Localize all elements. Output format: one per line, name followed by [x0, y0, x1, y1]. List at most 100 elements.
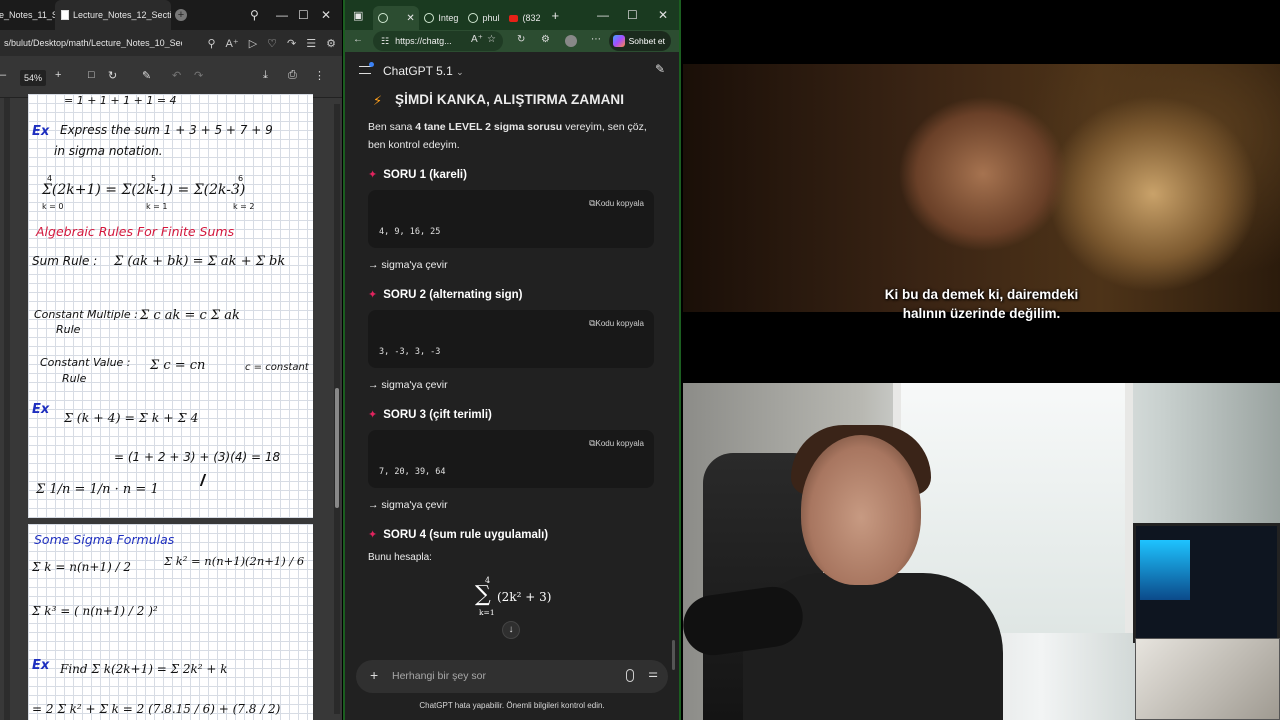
new-chat-icon[interactable]: ✎ [655, 62, 665, 76]
arrow-down-icon: ↓ [508, 624, 514, 635]
code-block-2: Kodu kopyala 3, -3, 3, -3 [368, 310, 654, 368]
person-head [801, 435, 921, 585]
pdf-tab-2[interactable]: Lecture_Notes_12_Section [55, 0, 171, 30]
zoom-out-icon[interactable]: – [0, 69, 6, 81]
copy-code-button[interactable]: Kodu kopyala [589, 438, 644, 449]
tab-actions-icon[interactable]: ▣ [353, 9, 363, 22]
sum-expression: (2k² + 3) [497, 590, 552, 604]
tab-chatgpt[interactable]: ✕ [373, 6, 420, 30]
microphone-icon[interactable] [626, 669, 634, 682]
model-selector[interactable]: ChatGPT 5.1 ⌄ [383, 64, 464, 78]
pdf-viewer-window: Lecture_Notes_11_Section Lecture_Notes_1… [0, 0, 342, 720]
minimize-icon[interactable]: — [276, 0, 288, 30]
copy-code-button[interactable]: Kodu kopyala [589, 318, 644, 329]
url-field[interactable]: ☷ https://chatg... [373, 31, 503, 51]
video-player[interactable]: Ki bu da demek ki, dairemdeki halının üz… [683, 0, 1280, 383]
search-icon[interactable]: ⚲ [250, 0, 259, 30]
print-icon[interactable]: ⎙ [288, 69, 297, 82]
copilot-chat-label: Sohbet et [628, 36, 665, 46]
copy-code-button[interactable]: Kodu kopyala [589, 198, 644, 209]
chat-messages[interactable]: ⚡ ŞİMDİ KANKA, ALIŞTIRMA ZAMANI Ben sana… [345, 90, 679, 642]
scroll-down-button[interactable]: ↓ [502, 621, 520, 639]
undo-icon[interactable]: ↶ [172, 69, 181, 82]
tab-label: (832 [522, 13, 541, 23]
chatgpt-browser-window: ▣ ✕ Integ phul (832 + — ☐ ✕ ← ☷ https://… [343, 0, 681, 720]
page-view-icon[interactable]: □ [88, 69, 95, 81]
profile-avatar[interactable] [565, 35, 577, 47]
question-title-text: SORU 1 (kareli) [383, 169, 467, 181]
question-4-text: Bunu hesapla: [368, 552, 432, 563]
pdf-page-2: Some Sigma Formulas Σ k = n(n+1) / 2 Σ k… [28, 524, 313, 720]
read-aloud-icon[interactable]: A⁺ [226, 37, 239, 50]
pdf-scrollbar-thumb[interactable] [335, 388, 339, 508]
sparkle-icon: ✦ [368, 169, 378, 181]
favorite-icon[interactable]: ☆ [487, 34, 496, 45]
handwritten-math: Σ c ak = c Σ ak [140, 308, 240, 323]
minimize-icon[interactable]: — [597, 0, 609, 30]
close-icon[interactable]: ✕ [321, 0, 331, 30]
handwritten-math: Find Σ k(2k+1) = Σ 2k² + k [60, 662, 228, 676]
zoom-in-icon[interactable]: + [55, 69, 61, 81]
extensions-icon[interactable]: ⚙ [541, 34, 550, 45]
close-icon[interactable]: ✕ [658, 0, 668, 30]
new-tab-icon[interactable]: + [551, 8, 559, 23]
handwritten-formula: Σ k³ = ( n(n+1) / 2 )² [32, 604, 158, 618]
extensions-icon[interactable]: ⚙ [326, 37, 336, 50]
code-block-3: Kodu kopyala 7, 20, 39, 64 [368, 430, 654, 488]
video-frame-image [683, 64, 1280, 312]
tab-close-icon[interactable]: ✕ [406, 13, 414, 24]
maximize-icon[interactable]: ☐ [298, 0, 309, 30]
handwritten-label: Rule [62, 372, 87, 385]
sigma-lower-limit: k = 2 [233, 202, 255, 211]
sigma-lower-limit: k = 0 [42, 202, 64, 211]
draw-icon[interactable]: ✎ [142, 69, 151, 82]
sidebar-toggle-icon[interactable] [359, 62, 374, 74]
favorite-icon[interactable]: ♡ [267, 37, 277, 50]
tab-phul[interactable]: phul [463, 6, 504, 30]
tab-youtube[interactable]: (832 [504, 6, 545, 30]
rotate-icon[interactable]: ↻ [108, 69, 117, 82]
share-icon[interactable]: ↷ [287, 37, 296, 50]
copilot-icon [612, 35, 625, 47]
globe-icon [468, 13, 479, 23]
chevron-down-icon: ⌄ [456, 67, 464, 77]
zoom-icon[interactable]: ⚲ [207, 37, 215, 50]
read-aloud-icon[interactable]: A⁺ [471, 34, 483, 45]
play-icon[interactable]: ▷ [249, 37, 257, 50]
more-icon[interactable]: ⋯ [591, 34, 601, 45]
pdf-address-bar[interactable]: s/bulut/Desktop/math/Lecture_Notes_10_Se… [0, 30, 342, 56]
chat-scrollbar[interactable] [672, 640, 675, 670]
composer-placeholder[interactable]: Herhangi bir şey sor [392, 670, 486, 682]
menu-icon[interactable]: ☰ [306, 37, 316, 50]
message-composer[interactable]: + Herhangi bir şey sor ⚌ [356, 660, 668, 693]
example-label: Ex [32, 124, 50, 139]
url-text: https://chatg... [395, 36, 452, 46]
plus-icon[interactable]: + [370, 667, 378, 683]
zoom-level[interactable]: 54% [20, 70, 46, 86]
sigma-lower-limit: k = 1 [146, 202, 168, 211]
back-icon[interactable]: ← [353, 34, 363, 45]
new-tab-icon[interactable]: + [175, 9, 187, 21]
instruction-text: → sigma'ya çevir [368, 499, 448, 511]
pdf-page-1: = 1 + 1 + 1 + 1 = 4 Ex Express the sum 1… [28, 94, 313, 518]
message-heading: ŞİMDİ KANKA, ALIŞTIRMA ZAMANI [395, 92, 625, 107]
refresh-icon[interactable]: ↻ [517, 34, 525, 45]
chatgpt-icon [378, 13, 389, 23]
disclaimer: ChatGPT hata yapabilir. Önemli bilgileri… [419, 701, 605, 710]
sum-symbol: ∑ [475, 582, 491, 607]
document-icon [61, 10, 69, 20]
copilot-chat-button[interactable]: Sohbet et [608, 31, 671, 51]
pdf-tab-2-label: Lecture_Notes_12_Section [73, 10, 171, 20]
voice-mode-icon[interactable]: ⚌ [648, 667, 658, 680]
download-icon[interactable]: ⤓ [263, 69, 268, 82]
maximize-icon[interactable]: ☐ [627, 0, 638, 30]
question-1-title: ✦ SORU 1 (kareli) [368, 168, 467, 181]
site-info-icon[interactable]: ☷ [381, 36, 389, 47]
pdf-document-area[interactable]: = 1 + 1 + 1 + 1 = 4 Ex Express the sum 1… [0, 94, 342, 720]
screen: Lecture_Notes_11_Section Lecture_Notes_1… [0, 0, 1280, 720]
redo-icon[interactable]: ↷ [194, 69, 203, 82]
tab-integ[interactable]: Integ [419, 6, 463, 30]
pdf-tab-1[interactable]: Lecture_Notes_11_Section [0, 0, 55, 30]
more-icon[interactable]: ⋮ [314, 69, 325, 82]
video-subtitle: Ki bu da demek ki, dairemdeki halının üz… [683, 285, 1280, 323]
